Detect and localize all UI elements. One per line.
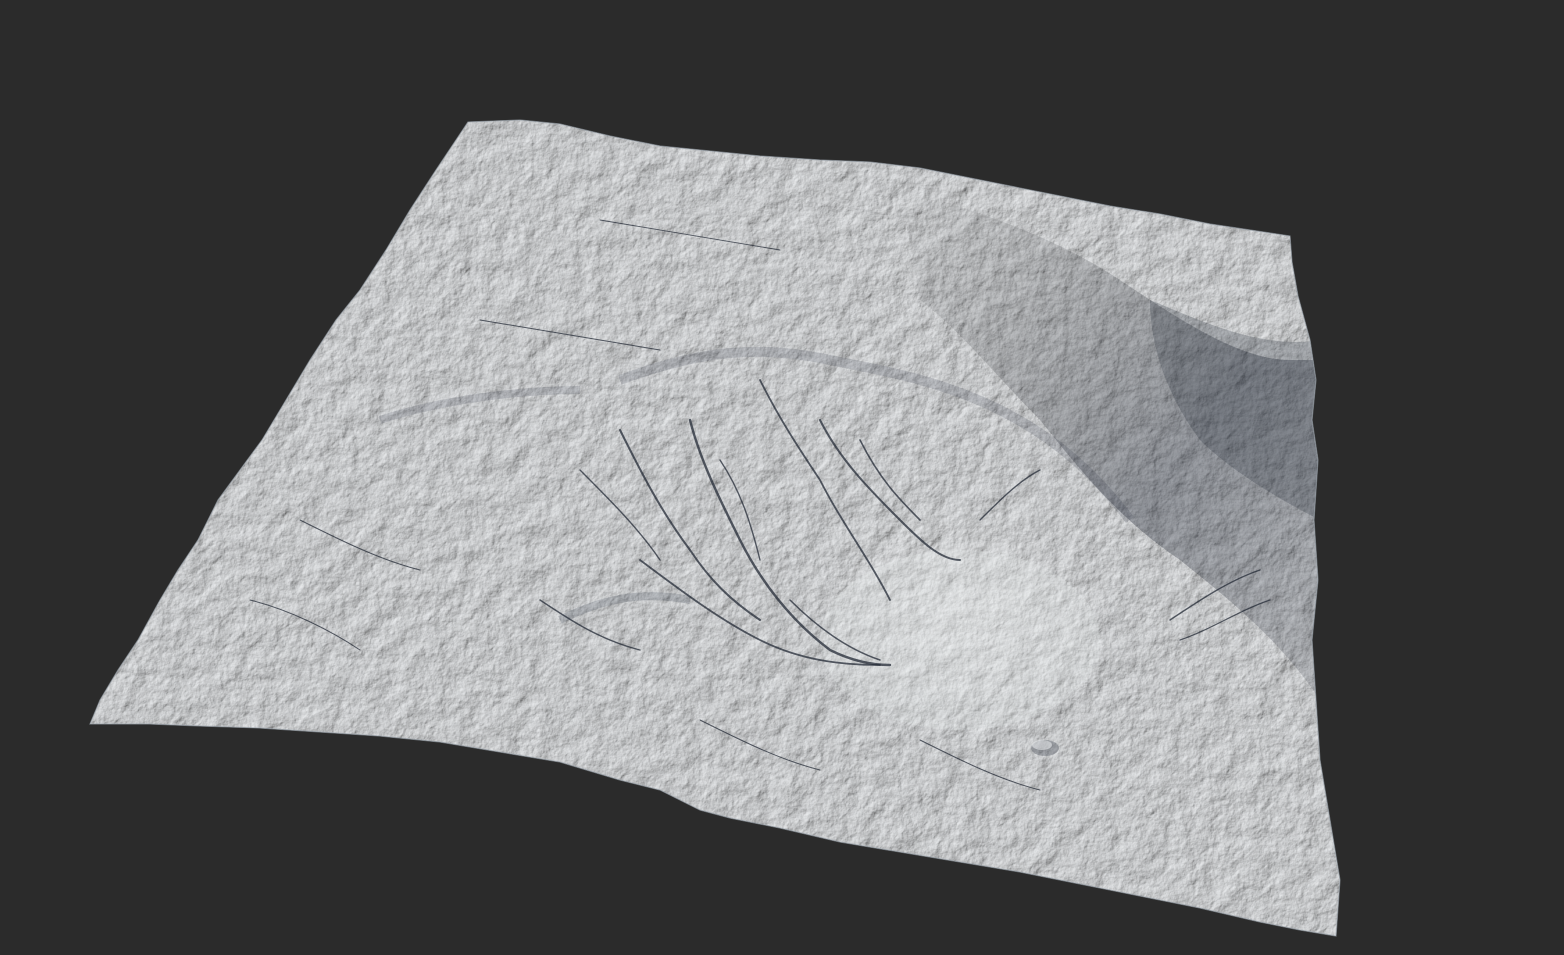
3d-viewport[interactable] [0,0,1564,955]
terrain-render [89,119,1341,937]
